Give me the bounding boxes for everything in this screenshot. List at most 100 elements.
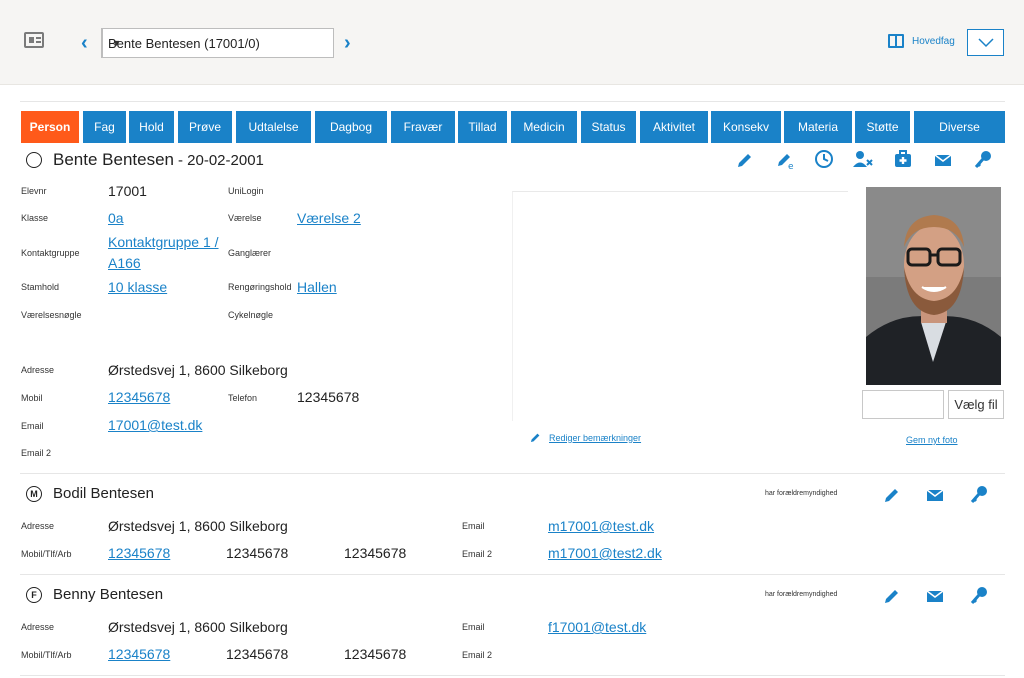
father-mobil-link[interactable]: 12345678: [108, 646, 170, 662]
medical-kit-icon[interactable]: [893, 149, 913, 169]
tab-fravaer[interactable]: Fravær: [391, 111, 455, 143]
tab-materia[interactable]: Materia: [784, 111, 852, 143]
tab-dagbog[interactable]: Dagbog: [315, 111, 387, 143]
top-bar: ‹ Bente Bentesen (17001/0) ▼ › Hovedfag: [0, 0, 1024, 85]
email-label: Email: [21, 421, 44, 431]
rengoeringshold-link[interactable]: Hallen: [297, 279, 337, 295]
mother-email2-label: Email 2: [462, 549, 493, 559]
tab-medicin[interactable]: Medicin: [511, 111, 577, 143]
mail-icon[interactable]: [933, 150, 953, 170]
mother-email-link[interactable]: m17001@test.dk: [548, 518, 654, 534]
pencil-e-icon[interactable]: e: [776, 150, 796, 172]
tab-bar: Person Fag Hold Prøve Udtalelse Dagbog F…: [21, 111, 1005, 143]
key-icon[interactable]: [969, 585, 989, 605]
tab-proeve[interactable]: Prøve: [178, 111, 232, 143]
student-select[interactable]: Bente Bentesen (17001/0) ▼: [101, 28, 334, 58]
mother-title: M Bodil Bentesen: [26, 485, 154, 502]
klasse-link[interactable]: 0a: [108, 210, 124, 226]
clock-icon[interactable]: [814, 149, 834, 169]
mother-mobil-link[interactable]: 12345678: [108, 545, 170, 561]
student-photo: [866, 187, 1001, 385]
elevnr-label: Elevnr: [21, 186, 47, 196]
key-icon[interactable]: [969, 484, 989, 504]
kontaktgruppe-label: Kontaktgruppe: [21, 248, 80, 258]
save-photo-link[interactable]: Gem nyt foto: [906, 435, 958, 445]
telefon-value: 12345678: [297, 389, 360, 405]
hovedfag-link[interactable]: Hovedfag: [888, 34, 955, 48]
father-adresse-label: Adresse: [21, 622, 55, 632]
stamhold-link[interactable]: 10 klasse: [108, 279, 167, 295]
father-title: F Benny Bentesen: [26, 586, 163, 603]
mother-name: Bodil Bentesen: [53, 485, 154, 502]
tab-udtalelse[interactable]: Udtalelse: [236, 111, 311, 143]
tab-tillad[interactable]: Tillad: [458, 111, 507, 143]
tab-hold[interactable]: Hold: [129, 111, 174, 143]
elevnr-value: 17001: [108, 183, 147, 199]
vaerelse-label: Værelse: [228, 213, 262, 223]
divider: [20, 473, 1005, 474]
divider: [20, 675, 1005, 676]
father-email-label: Email: [462, 622, 485, 632]
tab-diverse[interactable]: Diverse: [914, 111, 1005, 143]
father-arb-value: 12345678: [344, 646, 407, 662]
photo-file-input[interactable]: [862, 390, 944, 419]
svg-text:e: e: [788, 162, 794, 170]
mail-icon[interactable]: [925, 586, 945, 606]
father-email-link[interactable]: f17001@test.dk: [548, 619, 646, 635]
father-adresse-value: Ørstedsvej 1, 8600 Silkeborg: [108, 619, 288, 635]
mother-badge-icon: M: [26, 485, 42, 502]
mobil-label: Mobil: [21, 393, 43, 403]
choose-file-button[interactable]: Vælg fil: [948, 390, 1004, 419]
edit-notes-label: Rediger bemærkninger: [549, 432, 642, 443]
mother-phones-label: Mobil/Tlf/Arb: [21, 549, 72, 559]
chevron-down-icon: [977, 37, 994, 47]
next-student-button[interactable]: ›: [344, 33, 351, 53]
remove-user-icon[interactable]: [853, 149, 873, 169]
email-link[interactable]: 17001@test.dk: [108, 417, 202, 433]
unilogin-label: UniLogin: [228, 186, 264, 196]
student-birthdate: - 20-02-2001: [177, 151, 264, 169]
pencil-icon[interactable]: [735, 150, 755, 170]
pencil-icon[interactable]: [882, 485, 902, 505]
rengoeringshold-label: Rengøringshold: [228, 282, 292, 292]
father-email2-label: Email 2: [462, 650, 493, 660]
klasse-label: Klasse: [21, 213, 49, 223]
pencil-icon: [530, 433, 540, 443]
status-circle-icon: [26, 152, 42, 168]
mother-custody-label: har forældremyndighed: [765, 490, 838, 497]
mother-adresse-value: Ørstedsvej 1, 8600 Silkeborg: [108, 518, 288, 534]
tab-konsekv[interactable]: Konsekv: [711, 111, 781, 143]
student-title: Bente Bentesen - 20-02-2001: [26, 150, 264, 170]
father-custody-label: har forældremyndighed: [765, 591, 838, 598]
edit-notes-link[interactable]: Rediger bemærkninger: [529, 431, 641, 444]
tab-aktivitet[interactable]: Aktivitet: [640, 111, 708, 143]
kontaktgruppe-link-line1[interactable]: Kontaktgruppe 1 /: [108, 234, 219, 250]
adresse-label: Adresse: [21, 365, 55, 375]
mother-email2-link[interactable]: m17001@test2.dk: [548, 545, 662, 561]
student-card-icon[interactable]: [24, 32, 44, 48]
tab-person[interactable]: Person: [21, 111, 79, 143]
mother-adresse-label: Adresse: [21, 521, 55, 531]
adresse-value: Ørstedsvej 1, 8600 Silkeborg: [108, 362, 288, 378]
cykelnoegle-label: Cykelnøgle: [228, 310, 274, 320]
tab-fag[interactable]: Fag: [83, 111, 126, 143]
kontaktgruppe-link-line2[interactable]: A166: [108, 255, 141, 271]
student-select-value: Bente Bentesen (17001/0): [108, 35, 260, 51]
tab-stoette[interactable]: Støtte: [855, 111, 910, 143]
ganglaerer-label: Ganglærer: [228, 248, 272, 258]
telefon-label: Telefon: [228, 393, 258, 403]
father-tlf-value: 12345678: [226, 646, 289, 662]
divider: [20, 574, 1005, 575]
mother-tlf-value: 12345678: [226, 545, 289, 561]
tab-status[interactable]: Status: [581, 111, 636, 143]
key-icon[interactable]: [973, 149, 993, 169]
vaerelsesnoegle-label: Værelsesnøgle: [21, 310, 82, 320]
pencil-icon[interactable]: [882, 586, 902, 606]
menu-dropdown-button[interactable]: [967, 29, 1004, 56]
mother-arb-value: 12345678: [344, 545, 407, 561]
vaerelse-link[interactable]: Værelse 2: [297, 210, 361, 226]
previous-student-button[interactable]: ‹: [81, 33, 88, 53]
mobil-link[interactable]: 12345678: [108, 389, 170, 405]
mail-icon[interactable]: [925, 485, 945, 505]
book-icon: [888, 34, 904, 48]
